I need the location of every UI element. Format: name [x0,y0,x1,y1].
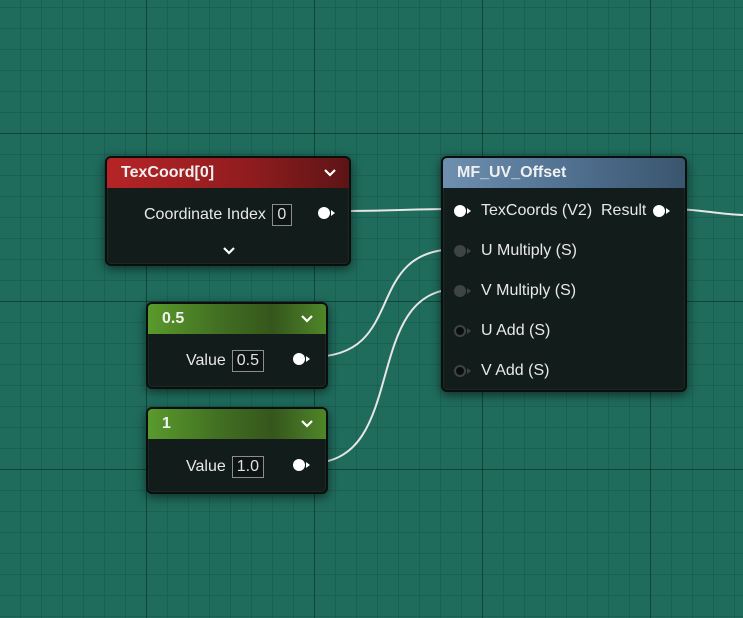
input-pin-icon[interactable] [453,244,471,258]
input-row-v-multiply: V Multiply (S) [453,282,576,300]
node-title: 0.5 [162,310,185,327]
value-label: Value [186,352,226,369]
input-label: V Multiply (S) [481,282,577,299]
coordinate-index-row: Coordinate Index 0 [144,204,292,226]
input-pin-connected-icon[interactable] [453,204,471,218]
coordinate-index-field[interactable]: 0 [271,204,292,226]
output-pin-connected-icon[interactable] [292,458,310,472]
output-pin-connected-icon[interactable] [292,352,310,366]
value-row: Value 0.5 [186,350,264,372]
input-row-v-add: V Add (S) [453,362,549,380]
input-row-u-add: U Add (S) [453,322,550,340]
constant-half-node[interactable]: 0.5 Value 0.5 [146,302,328,389]
chevron-down-icon[interactable] [300,417,314,431]
wire-one-to-vmultiply [310,288,459,464]
output-row-result: Result [601,202,671,220]
node-title: TexCoord[0] [121,164,215,181]
value-row: Value 1.0 [186,456,264,478]
wire-texcoord-to-texcoords [337,208,459,212]
texcoord-node[interactable]: TexCoord[0] Coordinate Index 0 [105,156,351,266]
texcoord-node-header[interactable]: TexCoord[0] [107,158,349,188]
expand-chevron-down-icon[interactable] [222,244,236,258]
value-field[interactable]: 0.5 [231,350,264,372]
mf-uv-offset-node-header[interactable]: MF_UV_Offset [443,158,685,188]
constant-half-node-header[interactable]: 0.5 [148,304,326,334]
coordinate-index-label: Coordinate Index [144,206,266,223]
input-pin-empty-icon[interactable] [453,364,471,378]
input-label: U Multiply (S) [481,242,578,259]
input-label: V Add (S) [481,362,550,379]
chevron-down-icon[interactable] [300,312,314,326]
value-label: Value [186,458,226,475]
output-pin-connected-icon[interactable] [652,204,671,218]
input-row-texcoords: TexCoords (V2) [453,202,592,220]
node-title: 1 [162,415,171,432]
output-pin-connected-icon[interactable] [317,206,335,220]
input-label: TexCoords (V2) [481,202,593,219]
constant-one-node-header[interactable]: 1 [148,409,326,439]
input-label: U Add (S) [481,322,551,339]
input-pin-icon[interactable] [453,284,471,298]
node-title: MF_UV_Offset [457,164,567,181]
chevron-down-icon[interactable] [323,166,337,180]
value-field[interactable]: 1.0 [231,456,264,478]
input-pin-empty-icon[interactable] [453,324,471,338]
output-label: Result [601,202,647,219]
constant-one-node[interactable]: 1 Value 1.0 [146,407,328,494]
input-row-u-multiply: U Multiply (S) [453,242,577,260]
mf-uv-offset-node[interactable]: MF_UV_Offset TexCoords (V2) Result U Mul… [441,156,687,392]
